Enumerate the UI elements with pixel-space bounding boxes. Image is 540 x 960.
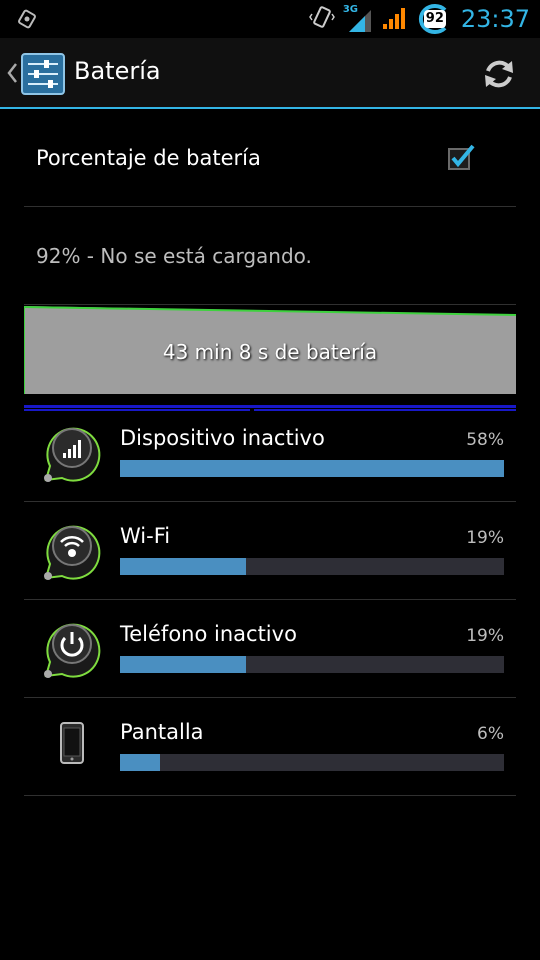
usage-bar-fill <box>120 656 246 673</box>
usage-bar <box>120 558 504 575</box>
battery-icon: 92 <box>415 4 449 34</box>
usage-bar <box>120 754 504 771</box>
vibrate-icon <box>308 4 335 34</box>
usage-item-phone-idle[interactable]: Teléfono inactivo 19% <box>24 600 516 697</box>
usage-percent: 19% <box>466 626 504 646</box>
page-title: Batería <box>74 57 161 85</box>
usage-bar-fill <box>120 558 246 575</box>
usage-bar <box>120 656 504 673</box>
usage-percent: 19% <box>466 528 504 548</box>
notification-icon <box>16 8 38 30</box>
phone-screen-icon <box>40 716 104 780</box>
usage-bar-fill <box>120 460 504 477</box>
up-icon[interactable] <box>6 62 18 84</box>
settings-icon[interactable] <box>20 52 66 96</box>
usage-name: Wi-Fi <box>120 524 171 548</box>
signal-3g-icon: 3G <box>343 4 373 34</box>
usage-percent: 6% <box>477 724 504 744</box>
usage-item-device-idle[interactable]: Dispositivo inactivo 58% <box>24 404 516 501</box>
battery-history-graph[interactable]: 43 min 8 s de batería <box>24 306 516 394</box>
signal-icon <box>381 4 407 34</box>
action-bar: Batería <box>0 38 540 107</box>
refresh-icon[interactable] <box>480 55 518 93</box>
clock: 23:37 <box>460 5 530 33</box>
status-bar: 3G 92 23:37 <box>0 0 540 38</box>
usage-item-screen[interactable]: Pantalla 6% <box>24 698 516 795</box>
usage-name: Dispositivo inactivo <box>120 426 325 450</box>
divider <box>24 304 516 305</box>
battery-status: 92% - No se está cargando. <box>36 244 312 268</box>
usage-name: Teléfono inactivo <box>120 622 297 646</box>
usage-bar-fill <box>120 754 160 771</box>
divider <box>24 206 516 207</box>
usage-bar <box>120 460 504 477</box>
battery-percentage-checkbox[interactable] <box>447 143 475 171</box>
power-idle-icon <box>40 618 104 682</box>
action-bar-divider <box>0 107 540 109</box>
usage-percent: 58% <box>466 430 504 450</box>
usage-item-wifi[interactable]: Wi-Fi 19% <box>24 502 516 599</box>
wifi-icon <box>40 520 104 584</box>
preference-label: Porcentaje de batería <box>36 146 261 170</box>
graph-label: 43 min 8 s de batería <box>162 340 378 364</box>
cell-standby-icon <box>40 422 104 486</box>
graph-charge-indicator <box>24 396 516 411</box>
divider <box>24 795 516 796</box>
usage-name: Pantalla <box>120 720 204 744</box>
battery-percentage-preference[interactable]: Porcentaje de batería <box>24 110 516 206</box>
